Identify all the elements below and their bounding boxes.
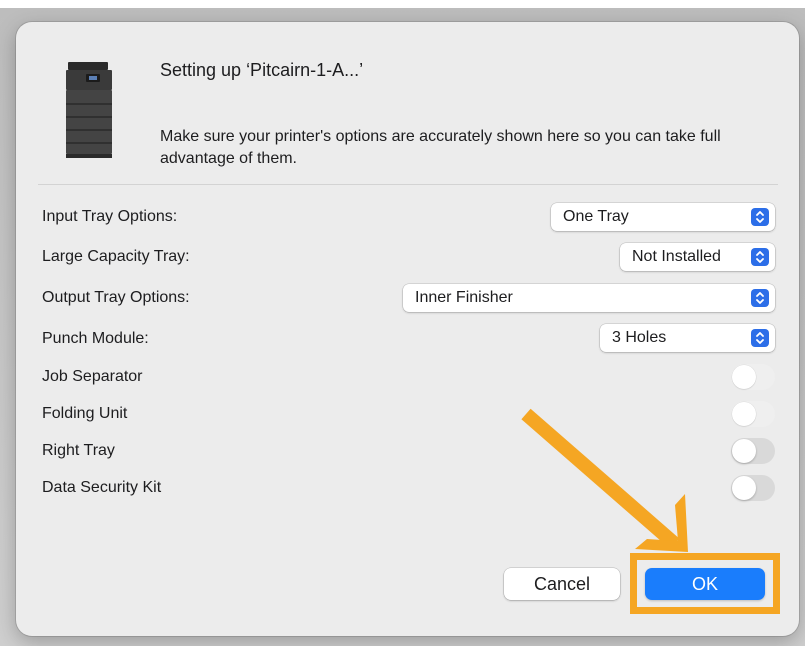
toggle-knob — [732, 439, 756, 463]
output-tray-value: Inner Finisher — [415, 289, 513, 306]
folding-unit-toggle[interactable] — [731, 401, 775, 427]
output-tray-label: Output Tray Options: — [42, 289, 190, 306]
divider — [38, 184, 778, 185]
job-separator-toggle[interactable] — [731, 364, 775, 390]
output-tray-popup[interactable]: Inner Finisher — [403, 284, 775, 312]
data-security-kit-toggle[interactable] — [731, 475, 775, 501]
job-separator-label: Job Separator — [42, 368, 143, 385]
dialog-title: Setting up ‘Pitcairn-1-A...’ — [160, 60, 364, 80]
data-security-kit-label: Data Security Kit — [42, 479, 162, 496]
ok-button[interactable]: OK — [645, 568, 765, 600]
punch-module-value: 3 Holes — [612, 329, 667, 346]
punch-module-popup[interactable]: 3 Holes — [600, 324, 775, 352]
toggle-knob — [732, 402, 756, 426]
large-capacity-tray-label: Large Capacity Tray: — [42, 248, 190, 265]
toggle-knob — [732, 365, 756, 389]
chevron-updown-icon — [751, 208, 769, 226]
large-capacity-tray-value: Not Installed — [632, 248, 721, 265]
input-tray-label: Input Tray Options: — [42, 208, 178, 225]
large-capacity-tray-popup[interactable]: Not Installed — [620, 243, 775, 271]
printer-icon — [66, 62, 112, 158]
chevron-updown-icon — [751, 329, 769, 347]
chevron-updown-icon — [751, 248, 769, 266]
dialog-description: Make sure your printer's options are acc… — [160, 128, 721, 167]
input-tray-value: One Tray — [563, 208, 629, 225]
right-tray-toggle[interactable] — [731, 438, 775, 464]
toggle-knob — [732, 476, 756, 500]
right-tray-label: Right Tray — [42, 442, 115, 459]
folding-unit-label: Folding Unit — [42, 405, 128, 422]
input-tray-popup[interactable]: One Tray — [551, 203, 775, 231]
punch-module-label: Punch Module: — [42, 330, 149, 347]
chevron-updown-icon — [751, 289, 769, 307]
cancel-button[interactable]: Cancel — [504, 568, 620, 600]
